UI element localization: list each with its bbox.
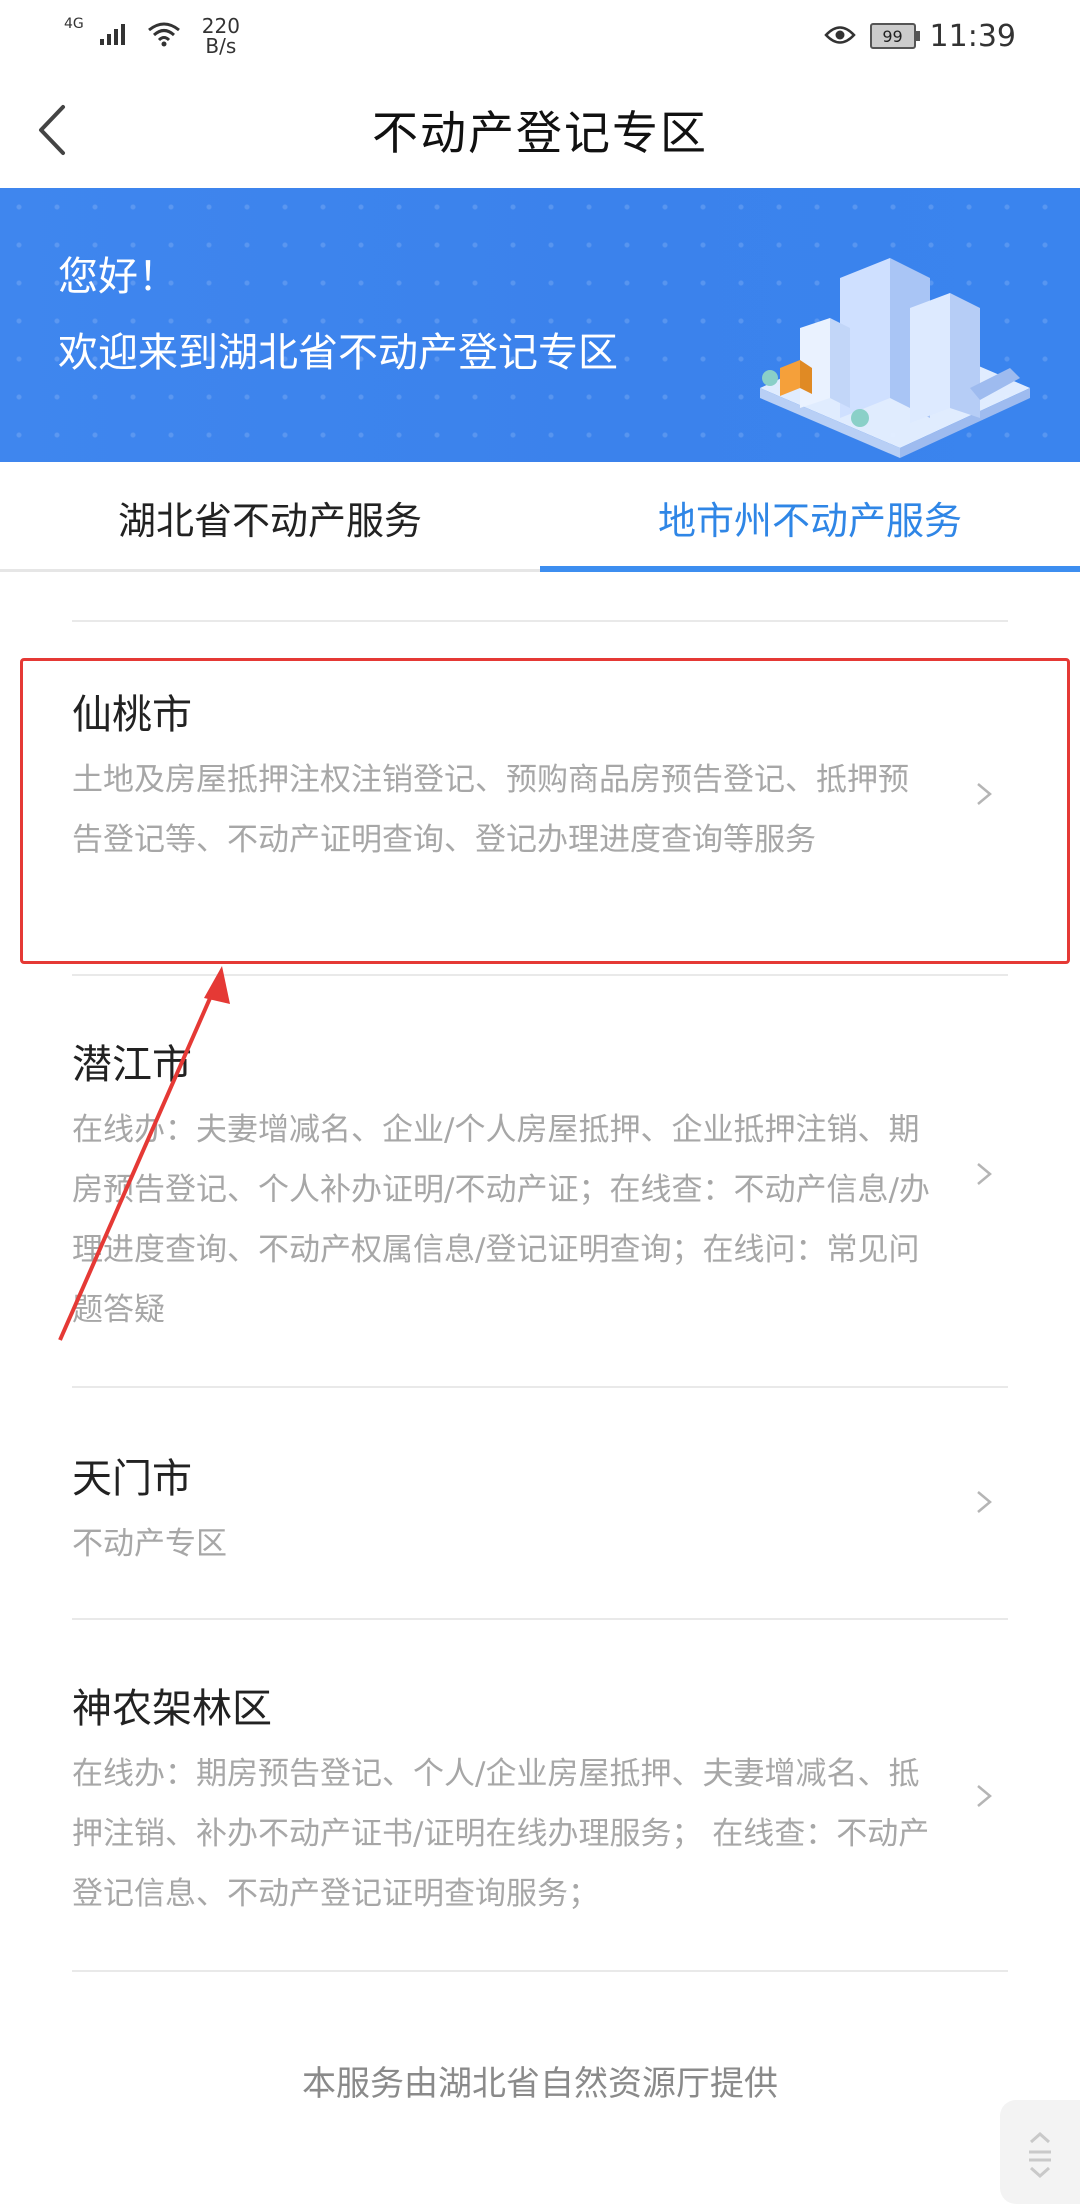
signal-icon — [98, 21, 132, 51]
chevron-right-icon — [977, 1491, 992, 1513]
clock: 11:39 — [929, 18, 1016, 54]
list-divider — [72, 1618, 1008, 1620]
navbar: 不动产登记专区 — [0, 72, 1080, 188]
list-item-title: 天门市 — [72, 1456, 192, 1502]
status-left: 4G 220 B/s — [64, 16, 240, 56]
list-item-shennongjia[interactable]: 神农架林区 在线办：期房预告登记、个人/企业房屋抵押、夫妻增减名、抵押注销、补办… — [72, 1676, 1008, 1916]
list-divider — [72, 1386, 1008, 1388]
wifi-icon — [146, 20, 182, 52]
status-bar: 4G 220 B/s 99 11:39 — [0, 0, 1080, 72]
tab-bar: 湖北省不动产服务 地市州不动产服务 — [0, 462, 1080, 572]
tab-label: 地市州不动产服务 — [657, 498, 962, 543]
eye-icon — [823, 19, 856, 54]
list-item-title: 仙桃市 — [72, 692, 192, 738]
list-item-qianjiang[interactable]: 潜江市 在线办：夫妻增减名、企业/个人房屋抵押、企业抵押注销、期房预告登记、个人… — [72, 1032, 1008, 1332]
list-divider — [72, 1970, 1008, 1972]
scroll-top-button[interactable] — [1000, 2100, 1080, 2204]
list-item-desc: 不动产专区 — [72, 1526, 227, 1562]
scroll-handle-icon — [1029, 2131, 1051, 2179]
network-speed: 220 B/s — [202, 16, 240, 56]
page-title: 不动产登记专区 — [372, 106, 708, 160]
list-item-desc: 土地及房屋抵押注权注销登记、预购商品房预告登记、抵押预告登记等、不动产证明查询、… — [72, 762, 909, 858]
tab-city-services[interactable]: 地市州不动产服务 — [540, 462, 1080, 572]
battery-indicator: 99 — [869, 23, 920, 49]
list-item-desc: 在线办：夫妻增减名、企业/个人房屋抵押、企业抵押注销、期房预告登记、个人补办证明… — [72, 1112, 930, 1328]
list-item-xiantao[interactable]: 仙桃市 土地及房屋抵押注权注销登记、预购商品房预告登记、抵押预告登记等、不动产证… — [72, 682, 1008, 922]
list-item-title: 神农架林区 — [72, 1686, 272, 1732]
chevron-right-icon — [977, 1785, 992, 1807]
banner: 您好！ 欢迎来到湖北省不动产登记专区 — [0, 188, 1080, 462]
list-divider — [72, 620, 1008, 622]
tab-divider — [0, 569, 540, 572]
list-item-desc: 在线办：期房预告登记、个人/企业房屋抵押、夫妻增减名、抵押注销、补办不动产证书/… — [72, 1756, 930, 1912]
tab-hubei-province[interactable]: 湖北省不动产服务 — [0, 462, 540, 572]
banner-greeting: 您好！ — [58, 254, 178, 300]
list-item-tianmen[interactable]: 天门市 不动产专区 — [72, 1446, 1008, 1586]
network-type: 4G — [64, 16, 84, 32]
active-tab-indicator — [540, 566, 1080, 572]
page: 4G 220 B/s 99 11:39 不动产登记专区 您好！ 欢迎来到湖北省不… — [0, 0, 1080, 2204]
banner-welcome: 欢迎来到湖北省不动产登记专区 — [58, 330, 618, 376]
chevron-right-icon — [977, 783, 992, 805]
list-item-title: 潜江市 — [72, 1042, 192, 1088]
speed-unit: B/s — [205, 34, 237, 58]
tab-label: 湖北省不动产服务 — [117, 498, 422, 543]
status-right: 99 11:39 — [823, 18, 1016, 54]
speed-value: 220 — [201, 14, 240, 38]
footer-text: 本服务由湖北省自然资源厅提供 — [302, 2064, 778, 2104]
list-divider — [72, 974, 1008, 976]
buildings-illustration — [760, 258, 1030, 458]
chevron-right-icon — [977, 1163, 992, 1185]
